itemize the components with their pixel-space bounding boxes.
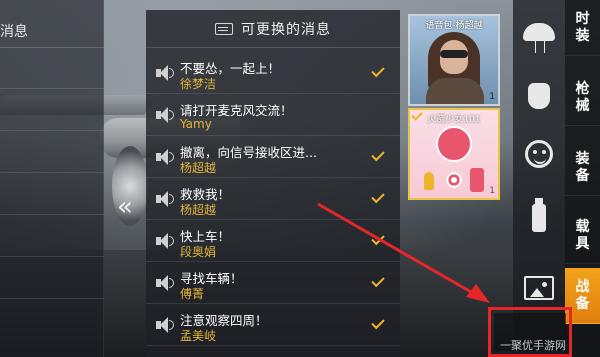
left-row-divider <box>0 130 104 131</box>
message-row[interactable]: 请打开麦克风交流！ Yamy <box>146 96 400 136</box>
tab-label-char: 装 <box>575 27 590 44</box>
message-row[interactable]: 救救我！ 杨超越 <box>146 180 400 220</box>
spray-icon <box>532 198 546 232</box>
left-row-divider <box>0 298 104 299</box>
speaker-icon <box>156 65 174 81</box>
left-panel-header: 消息 <box>0 12 104 48</box>
check-icon <box>371 315 385 330</box>
card-count: 1 <box>489 92 495 102</box>
tab-label-char: 装 <box>575 150 590 167</box>
message-author: 杨超越 <box>180 161 217 175</box>
tab-equipment[interactable]: 装备 <box>565 140 600 196</box>
left-row-divider <box>0 88 104 89</box>
target-icon <box>446 172 462 188</box>
speaker-icon <box>156 149 174 165</box>
tab-label-char: 枪 <box>575 80 590 97</box>
tab-label-char: 械 <box>575 97 590 114</box>
tab-label-char: 载 <box>575 218 590 235</box>
tab-label-char: 时 <box>575 10 590 27</box>
message-row[interactable]: 寻找车辆！ 傅菁 <box>146 264 400 304</box>
tab-label-char: 备 <box>575 295 590 312</box>
emoji-slot[interactable] <box>513 128 565 180</box>
message-author: Yamy <box>180 117 212 131</box>
category-tabs: 时装 枪械 装备 载具 战备 <box>565 0 600 357</box>
speaker-icon <box>156 275 174 291</box>
tab-label-char: 具 <box>575 235 590 252</box>
character-sunglasses <box>440 50 468 58</box>
message-list-icon <box>215 22 233 35</box>
voice-pack-card[interactable]: 语音包-杨超越 1 <box>408 14 500 106</box>
parachute-slot[interactable] <box>513 6 565 58</box>
emoji-face-icon <box>525 140 553 168</box>
tag-icon <box>470 168 484 192</box>
speaker-icon <box>156 107 174 123</box>
rocket-icon <box>424 172 434 190</box>
emote-hand-icon <box>528 83 550 109</box>
tab-label-char: 备 <box>575 167 590 184</box>
tab-label-char: 战 <box>575 278 590 295</box>
check-icon <box>371 273 385 288</box>
card-count: 1 <box>489 186 495 196</box>
watermark-text: 一聚优手游网 <box>500 339 566 352</box>
tab-fashion[interactable]: 时装 <box>565 0 600 56</box>
card-label: 火箭少女101 <box>427 115 481 125</box>
message-author: 徐梦洁 <box>180 77 217 91</box>
left-row-divider <box>0 256 104 257</box>
speaker-icon <box>156 191 174 207</box>
character-body <box>426 78 484 104</box>
spray-slot[interactable] <box>513 192 565 244</box>
image-icon <box>524 276 554 300</box>
category-icon-column <box>513 0 565 357</box>
message-row[interactable]: 撤离，向信号接收区进... 杨超越 <box>146 138 400 178</box>
check-icon <box>371 147 385 162</box>
message-row[interactable]: 注意观察四周！ 孟美岐 <box>146 306 400 346</box>
message-panel: 可更换的消息 不要怂，一起上！ 徐梦洁 请打开麦克风交流！ Yamy 撤离，向信… <box>146 10 400 357</box>
speaker-icon <box>156 317 174 333</box>
check-icon <box>371 231 385 246</box>
message-author: 傅菁 <box>180 287 205 301</box>
sticker-emblem <box>436 126 472 162</box>
message-panel-header: 可更换的消息 <box>146 10 400 48</box>
collapse-chevron-icon[interactable]: « <box>110 192 140 222</box>
tab-vehicles[interactable]: 载具 <box>565 208 600 264</box>
message-author: 孟美岐 <box>180 329 217 343</box>
message-panel-title: 可更换的消息 <box>241 21 331 38</box>
speaker-icon <box>156 233 174 249</box>
left-panel-title: 消息 <box>0 24 28 40</box>
message-author: 杨超越 <box>180 203 217 217</box>
parachute-icon <box>523 23 555 53</box>
left-row-divider <box>0 214 104 215</box>
card-label: 语音包-杨超越 <box>425 21 483 31</box>
left-message-panel: 消息 <box>0 0 104 357</box>
message-author: 段奥娟 <box>180 245 217 259</box>
emote-slot[interactable] <box>513 70 565 122</box>
left-row-divider <box>0 172 104 173</box>
check-icon <box>371 63 385 78</box>
message-row[interactable]: 快上车！ 段奥娟 <box>146 222 400 262</box>
check-icon <box>371 189 385 204</box>
tab-weapons[interactable]: 枪械 <box>565 70 600 126</box>
sticker-pack-card[interactable]: 火箭少女101 1 <box>408 108 500 200</box>
message-row[interactable]: 不要怂，一起上！ 徐梦洁 <box>146 54 400 94</box>
